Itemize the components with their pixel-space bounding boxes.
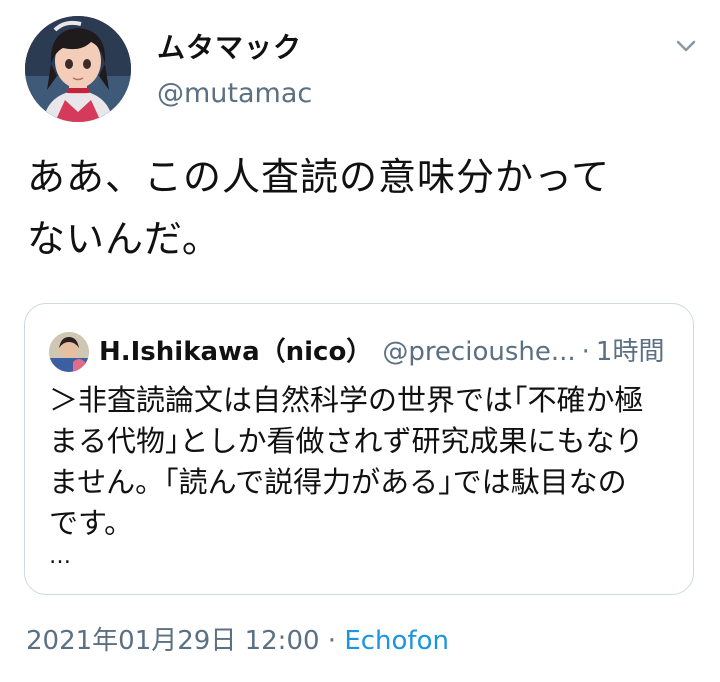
quoted-tweet-text: ＞非査読論文は自然科学の世界では｢不確か極 まる代物｣としか看做されず研究成果に… bbox=[49, 380, 674, 544]
tweet-source-link[interactable]: Echofon bbox=[344, 626, 449, 656]
quoted-text-line: まる代物｣としか看做されず研究成果にもなり bbox=[49, 424, 644, 458]
quoted-timestamp[interactable]: 1時間 bbox=[596, 337, 665, 367]
anime-girl-avatar-icon bbox=[25, 16, 131, 122]
meta-separator: · bbox=[327, 626, 337, 656]
tweet-header: ムタマック @mutamac bbox=[0, 0, 720, 130]
tweet-timestamp[interactable]: 2021年01月29日 12:00 bbox=[26, 626, 320, 656]
author-avatar[interactable] bbox=[25, 16, 131, 122]
tweet-text: ああ、この人査読の意味分かって ないんだ。 bbox=[27, 146, 697, 270]
quoted-text-line: ません。｢読んで説得力がある｣では駄目なの bbox=[49, 465, 627, 499]
quoted-author-handle[interactable]: @precioushe... bbox=[382, 337, 575, 367]
chevron-down-icon[interactable] bbox=[672, 32, 700, 60]
tweet-text-line: ないんだ。 bbox=[27, 217, 221, 261]
tweet-meta: 2021年01月29日 12:00 · Echofon bbox=[26, 620, 449, 657]
quoted-author-name[interactable]: H.Ishikawa（nico） bbox=[99, 337, 372, 367]
quoted-tweet-card[interactable]: H.Ishikawa（nico） @precioushe... · 1時間 ＞非査読論… bbox=[24, 303, 694, 595]
quoted-author-avatar[interactable] bbox=[49, 332, 89, 372]
person-photo-icon bbox=[49, 332, 89, 372]
quoted-separator: · bbox=[581, 337, 590, 367]
quoted-text-line: です。 bbox=[49, 506, 134, 540]
tweet-text-line: ああ、この人査読の意味分かって bbox=[27, 155, 611, 199]
author-display-name[interactable]: ムタマック bbox=[157, 26, 302, 66]
quoted-text-line: ＞非査読論文は自然科学の世界では｢不確か極 bbox=[49, 383, 644, 417]
quoted-tweet-header: H.Ishikawa（nico） @precioushe... · 1時間 bbox=[99, 332, 664, 372]
quoted-text-ellipsis: … bbox=[49, 544, 72, 569]
author-handle[interactable]: @mutamac bbox=[157, 78, 312, 109]
